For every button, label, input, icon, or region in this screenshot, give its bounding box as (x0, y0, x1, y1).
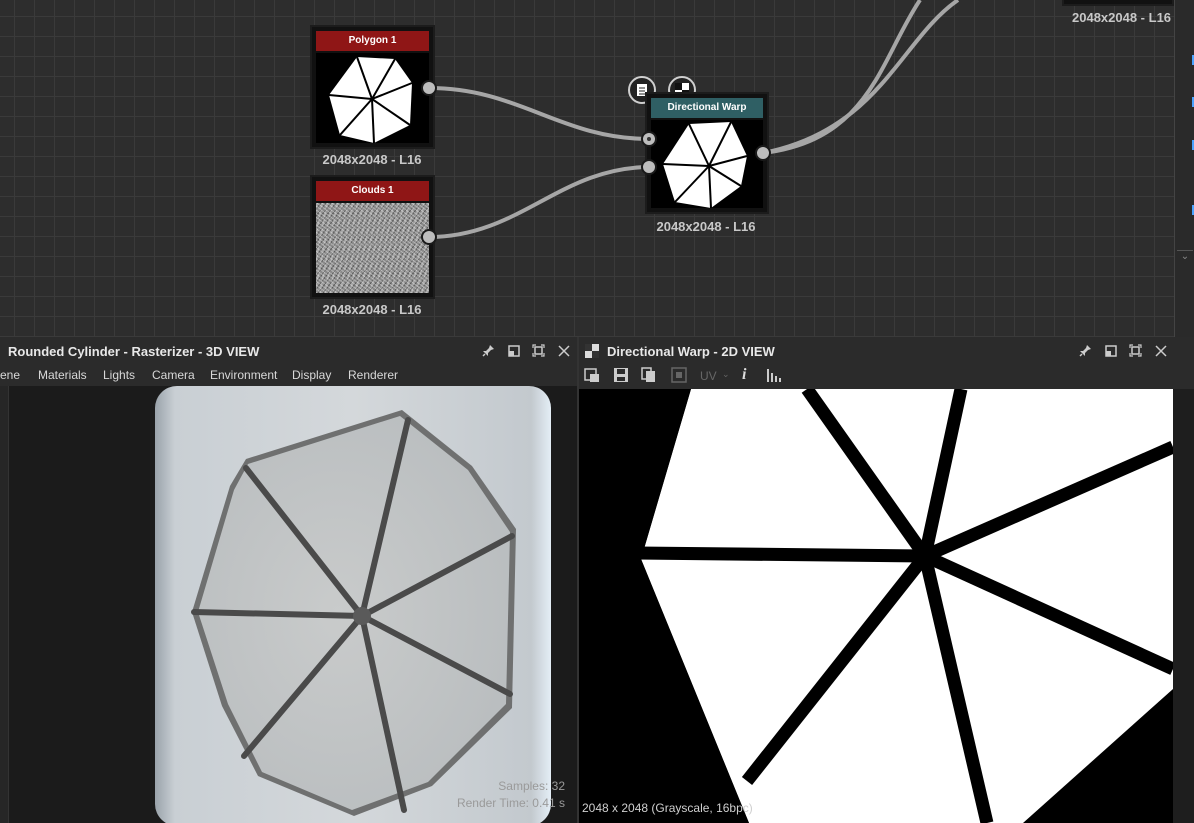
3d-view-panel: Rounded Cylinder - Rasterizer - 3D VIEW … (0, 337, 577, 823)
menu-display[interactable]: Display (292, 368, 331, 382)
samples-readout: Samples: 32 (498, 779, 565, 793)
clouds-node[interactable]: Clouds 1 (310, 175, 435, 299)
menu-materials[interactable]: Materials (38, 368, 87, 382)
offscreen-node-size: 2048x2048 - L16 (1072, 10, 1172, 25)
menu-environment[interactable]: Environment (210, 368, 277, 382)
warp-input-port-2[interactable] (641, 159, 657, 175)
clouds-node-title: Clouds 1 (316, 181, 429, 201)
save-icon[interactable] (613, 367, 629, 386)
3d-view-titlebar: Rounded Cylinder - Rasterizer - 3D VIEW (0, 337, 577, 365)
polygon-thumbnail (316, 53, 429, 143)
pin-icon[interactable] (1078, 343, 1093, 358)
directional-warp-node[interactable]: Directional Warp (645, 92, 769, 214)
2d-view-title: Directional Warp - 2D VIEW (607, 344, 775, 359)
polygon-node-title: Polygon 1 (316, 31, 429, 51)
chevron-down-icon[interactable]: ⌄ (1177, 250, 1193, 269)
2d-view-toolbar: UV ⌄ i (579, 365, 1194, 389)
maximize-icon[interactable] (1128, 343, 1143, 358)
pin-icon[interactable] (481, 343, 496, 358)
clouds-node-size: 2048x2048 - L16 (322, 302, 422, 317)
warp-node-title: Directional Warp (651, 98, 763, 118)
histogram-icon[interactable] (766, 367, 784, 386)
chevron-down-icon: ⌄ (722, 369, 730, 379)
view-mode-icon[interactable] (584, 367, 600, 386)
warp-thumbnail (651, 120, 763, 208)
polygon-output-port[interactable] (421, 80, 437, 96)
3d-render (155, 386, 551, 823)
image-format-status: 2048 x 2048 (Grayscale, 16bpc) (582, 801, 753, 815)
right-dock-strip: ⌄ (1174, 0, 1194, 337)
copy-icon[interactable] (641, 367, 657, 386)
warp-node-size: 2048x2048 - L16 (656, 219, 756, 234)
clouds-thumbnail (316, 203, 429, 293)
offscreen-node[interactable] (1062, 0, 1174, 6)
checker-icon (585, 344, 599, 363)
menu-camera[interactable]: Camera (152, 368, 195, 382)
float-icon[interactable] (506, 343, 521, 358)
polygon-node-size: 2048x2048 - L16 (322, 152, 422, 167)
close-icon[interactable] (556, 343, 571, 358)
info-icon[interactable]: i (742, 366, 746, 384)
polygon-node[interactable]: Polygon 1 (310, 25, 435, 149)
menu-scene[interactable]: ene (0, 368, 20, 382)
menu-renderer[interactable]: Renderer (348, 368, 398, 382)
3d-view-title: Rounded Cylinder - Rasterizer - 3D VIEW (8, 344, 260, 359)
float-icon[interactable] (1103, 343, 1118, 358)
3d-viewport[interactable]: Samples: 32 Render Time: 0.41 s (0, 386, 577, 823)
warp-output-port[interactable] (755, 145, 771, 161)
maximize-icon[interactable] (531, 343, 546, 358)
render-time-readout: Render Time: 0.41 s (456, 796, 565, 810)
warp-input-port-1[interactable] (641, 131, 657, 147)
2d-viewport[interactable]: 2048 x 2048 (Grayscale, 16bpc) (579, 389, 1173, 823)
3d-view-menubar: ene Materials Lights Camera Environment … (0, 365, 577, 386)
2d-view-titlebar: Directional Warp - 2D VIEW (579, 337, 1194, 365)
node-graph[interactable]: Polygon 1 2048x2048 - L16 Clouds 1 2048x… (0, 0, 1174, 337)
clouds-output-port[interactable] (421, 229, 437, 245)
menu-lights[interactable]: Lights (103, 368, 135, 382)
tile-icon[interactable] (671, 367, 687, 386)
2d-view-panel: Directional Warp - 2D VIEW UV ⌄ i 2048 x… (579, 337, 1194, 823)
close-icon[interactable] (1153, 343, 1168, 358)
graph-wires (428, 0, 960, 239)
2d-image (579, 389, 1173, 823)
uv-dropdown[interactable]: UV (700, 369, 717, 383)
